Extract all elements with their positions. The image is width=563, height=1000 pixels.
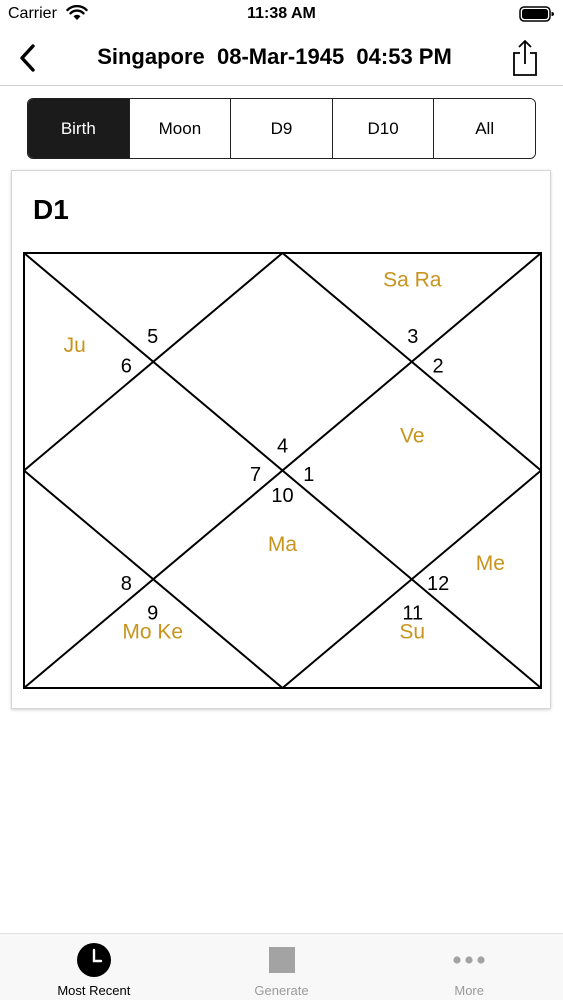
battery-icon	[519, 6, 554, 22]
house-sign-number-12: 12	[427, 573, 449, 595]
house-planets-1: Ve	[400, 425, 425, 448]
chart-card: D1 1 2 3 4 5 6 7 8 9 10 11 12 Ve Sa Ra Ju Mo Ke Ma Su Me	[11, 170, 551, 709]
segment-all[interactable]: All	[434, 99, 535, 158]
segment-d9[interactable]: D9	[231, 99, 333, 158]
house-planets-2: Sa Ra	[383, 268, 442, 291]
tab-label: Most Recent	[57, 983, 131, 998]
chart-type-segmented-control: Birth Moon D9 D10 All	[27, 98, 536, 159]
more-dots-icon	[453, 956, 485, 964]
north-indian-chart: 123456789101112 VeSa RaJuMo KeMaSuMe	[23, 252, 542, 689]
status-bar: Carrier 11:38 AM	[0, 0, 563, 30]
tab-bar: Most Recent Generate More	[0, 933, 563, 1000]
house-sign-number-5: 5	[147, 326, 158, 348]
house-sign-number-4: 4	[277, 435, 288, 457]
house-planets-5: Ju	[64, 334, 86, 357]
house-planets-10: Ma	[268, 533, 297, 556]
navigation-bar: Singapore 08-Mar-1945 04:53 PM	[0, 30, 563, 86]
status-time: 11:38 AM	[247, 5, 316, 22]
house-sign-number-1: 1	[303, 464, 314, 486]
house-sign-number-7: 7	[250, 464, 261, 486]
page-title: Singapore 08-Mar-1945 04:53 PM	[97, 44, 452, 69]
house-planets-11: Su	[399, 620, 425, 643]
segment-moon[interactable]: Moon	[129, 99, 232, 158]
tab-most-recent[interactable]: Most Recent	[0, 934, 188, 1000]
tab-generate[interactable]: Generate	[188, 934, 376, 1000]
house-planets-9: Mo Ke	[122, 620, 183, 643]
house-sign-number-8: 8	[121, 573, 132, 595]
share-icon	[513, 40, 537, 76]
clock-icon	[76, 943, 111, 977]
house-planets-12: Me	[476, 552, 505, 575]
tab-more[interactable]: More	[375, 934, 563, 1000]
house-sign-number-6: 6	[121, 355, 132, 377]
segment-d10[interactable]: D10	[332, 99, 435, 158]
tab-label: Generate	[254, 983, 309, 998]
share-button[interactable]	[509, 38, 541, 78]
house-sign-number-3: 3	[407, 326, 418, 348]
tab-label: More	[454, 983, 484, 998]
house-sign-number-2: 2	[433, 355, 444, 377]
segment-birth[interactable]: Birth	[28, 99, 130, 158]
square-icon	[268, 947, 295, 973]
house-sign-number-10: 10	[271, 485, 293, 507]
